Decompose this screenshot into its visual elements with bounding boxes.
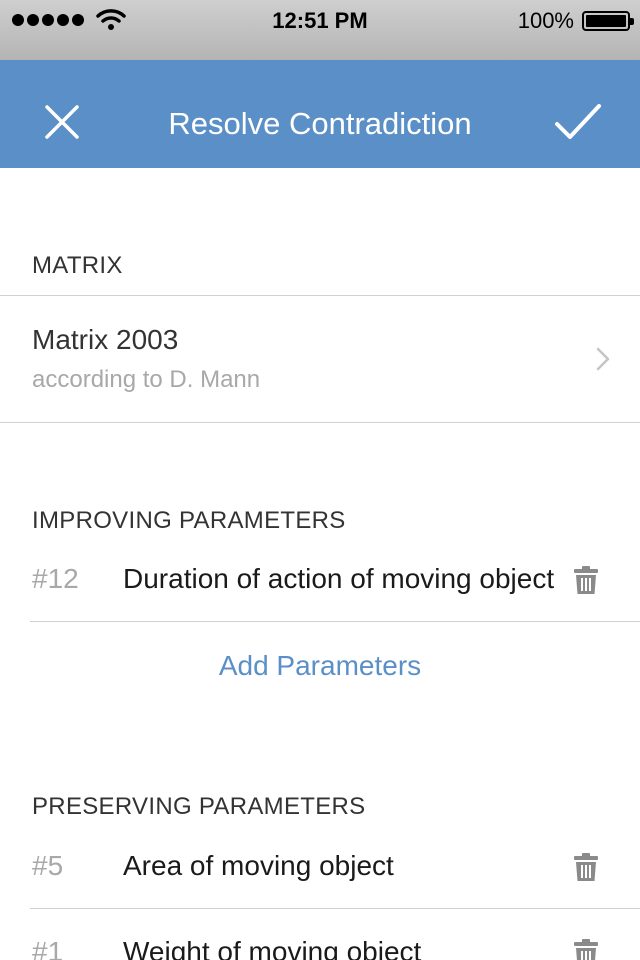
parameter-number: #12 — [32, 563, 79, 594]
divider — [0, 422, 640, 423]
chevron-right-icon — [596, 347, 610, 371]
divider — [30, 908, 640, 909]
list-item[interactable]: #12 Duration of action of moving object — [0, 563, 640, 627]
battery-percentage: 100% — [517, 8, 574, 33]
parameter-number: #1 — [32, 936, 64, 960]
trash-icon[interactable] — [573, 852, 599, 882]
page-title: Resolve Contradiction — [168, 106, 472, 141]
preserving-section-header: PRESERVING PARAMETERS — [32, 793, 366, 820]
checkmark-icon[interactable] — [546, 90, 610, 154]
matrix-title: Matrix 2003 — [32, 324, 179, 355]
parameter-name: Duration of action of moving object — [123, 563, 555, 594]
matrix-subtitle: according to D. Mann — [32, 366, 261, 393]
divider — [30, 621, 640, 622]
matrix-section-header: MATRIX — [32, 252, 123, 279]
improving-section-header: IMPROVING PARAMETERS — [32, 507, 346, 534]
navigation-bar: Resolve Contradiction — [0, 60, 640, 168]
battery-icon — [582, 11, 634, 31]
list-item[interactable]: #5 Area of moving object — [0, 850, 640, 914]
parameter-number: #5 — [32, 850, 64, 881]
status-bar: 12:51 PM 100% — [0, 0, 640, 60]
add-parameters-button[interactable]: Add Parameters — [0, 650, 640, 682]
parameter-name: Weight of moving object — [123, 936, 422, 960]
trash-icon[interactable] — [573, 565, 599, 595]
parameter-name: Area of moving object — [123, 850, 394, 881]
list-item[interactable]: #1 Weight of moving object — [0, 936, 640, 960]
trash-icon[interactable] — [573, 938, 599, 960]
matrix-row[interactable]: Matrix 2003 according to D. Mann — [0, 296, 640, 422]
